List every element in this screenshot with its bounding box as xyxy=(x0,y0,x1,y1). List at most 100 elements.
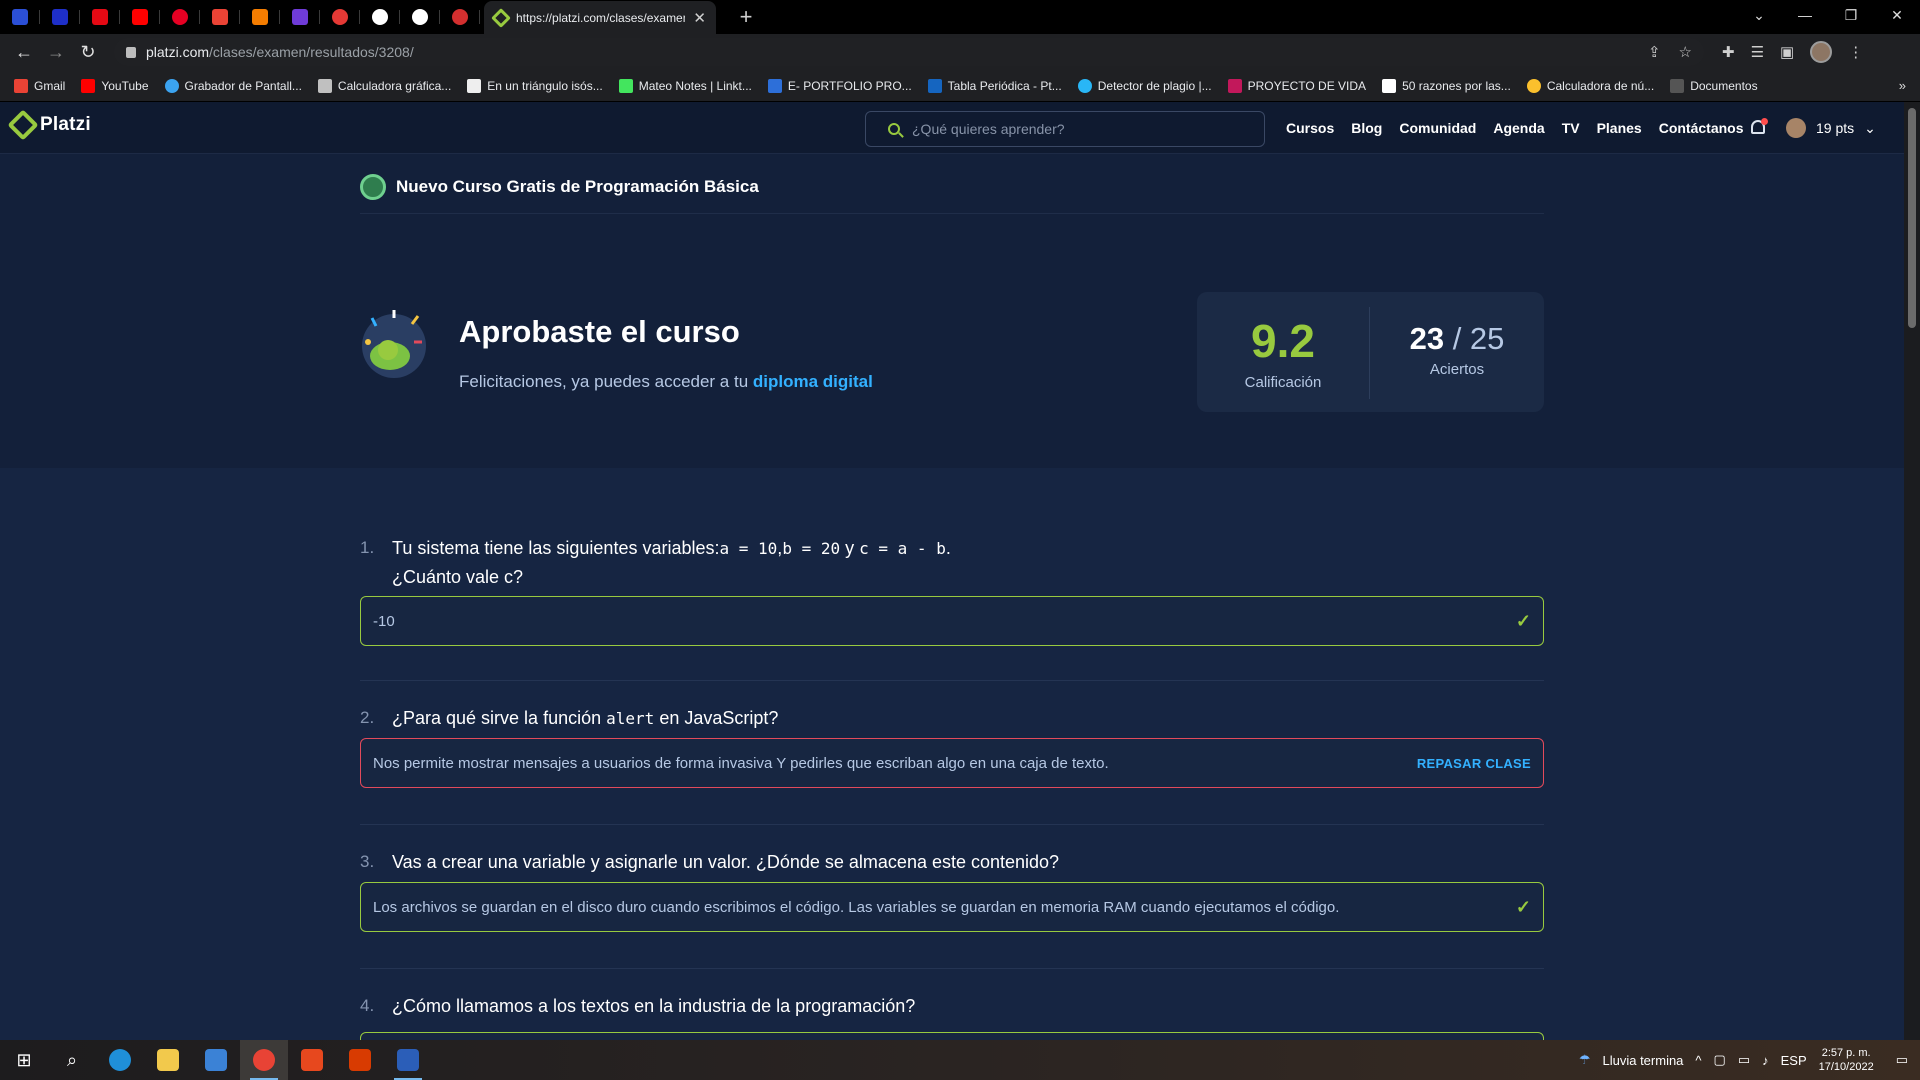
result-title: Aprobaste el curso xyxy=(459,314,740,349)
diploma-link[interactable]: diploma digital xyxy=(753,372,873,391)
bookmark-youtube[interactable]: YouTube xyxy=(81,78,149,93)
browser-menu-icon[interactable]: ⋮ xyxy=(1848,43,1863,61)
course-banner[interactable]: Nuevo Curso Gratis de Programación Básic… xyxy=(360,160,1544,214)
weather-icon: ☂ xyxy=(1578,1052,1591,1067)
answer-box: -10 ✓ xyxy=(360,596,1544,646)
nav-tv[interactable]: TV xyxy=(1562,120,1580,136)
device-icon[interactable]: ▢ xyxy=(1714,1052,1726,1068)
minimize-button[interactable]: — xyxy=(1782,7,1828,23)
clock[interactable]: 2:57 p. m. 17/10/2022 xyxy=(1819,1046,1874,1074)
nav-cursos[interactable]: Cursos xyxy=(1286,120,1334,136)
weather-text[interactable]: Lluvia termina xyxy=(1602,1053,1683,1068)
side-panel-icon[interactable]: ▣ xyxy=(1780,43,1794,61)
tab-pinterest[interactable] xyxy=(160,0,200,34)
tab-google-1[interactable] xyxy=(360,0,400,34)
repasar-clase-button[interactable]: REPASAR CLASE xyxy=(1417,756,1531,771)
share-icon[interactable]: ⇪ xyxy=(1648,43,1661,61)
results-section: 1. Tu sistema tiene las siguientes varia… xyxy=(0,468,1904,1040)
bookmark-portfolio[interactable]: E- PORTFOLIO PRO... xyxy=(767,78,912,93)
restore-button[interactable]: ❐ xyxy=(1828,7,1874,24)
back-button[interactable]: ← xyxy=(8,36,40,68)
tab-google-2[interactable] xyxy=(400,0,440,34)
notifications-bell-icon[interactable] xyxy=(1749,118,1768,138)
score-card: 9.2 Calificación 23 / 25 Aciertos xyxy=(1197,292,1544,412)
more-bookmarks-icon[interactable]: » xyxy=(1899,78,1906,93)
correct-label: Aciertos xyxy=(1429,361,1485,378)
reload-button[interactable]: ↻ xyxy=(72,36,104,68)
active-tab[interactable]: https://platzi.com/clases/examen ✕ xyxy=(484,1,716,35)
search-input[interactable] xyxy=(912,121,1212,137)
bookmark-plagio[interactable]: Detector de plagio |... xyxy=(1077,78,1212,93)
m-logo-icon xyxy=(292,9,308,25)
reading-list-icon[interactable]: ☰ xyxy=(1751,43,1764,61)
calculator-icon xyxy=(1526,78,1541,93)
bookmark-documentos[interactable]: Documentos xyxy=(1670,78,1758,93)
address-bar[interactable]: platzi.com/clases/examen/resultados/3208… xyxy=(114,38,1704,66)
bookmark-calculadora-grafica[interactable]: Calculadora gráfica... xyxy=(317,78,451,93)
bookmark-50-razones[interactable]: 50 razones por las... xyxy=(1382,78,1511,93)
tab-gmail[interactable] xyxy=(200,0,240,34)
bookmark-star-icon[interactable]: ☆ xyxy=(1679,43,1692,61)
bookmark-calculadora-numeros[interactable]: Calculadora de nú... xyxy=(1526,78,1654,93)
divider xyxy=(360,824,1544,825)
network-icon[interactable]: ▭ xyxy=(1738,1052,1750,1068)
chrome-icon[interactable] xyxy=(240,1040,288,1080)
nav-blog[interactable]: Blog xyxy=(1351,120,1382,136)
question-number: 1. xyxy=(360,538,375,557)
bookmark-grabador[interactable]: Grabador de Pantall... xyxy=(164,78,302,93)
bookmark-triangulo[interactable]: En un triángulo isós... xyxy=(467,78,603,93)
mail-icon[interactable] xyxy=(192,1040,240,1080)
bookmark-gmail[interactable]: Gmail xyxy=(14,78,65,93)
answer-text: Nos permite mostrar mensajes a usuarios … xyxy=(373,754,1109,772)
windows-start-icon[interactable]: ⊞ xyxy=(0,1040,48,1080)
word-icon[interactable] xyxy=(384,1040,432,1080)
nav-planes[interactable]: Planes xyxy=(1597,120,1642,136)
tab-search-icon[interactable]: ⌄ xyxy=(1736,7,1782,24)
tab-favicon-icon xyxy=(12,9,28,25)
bookmark-tabla-periodica[interactable]: Tabla Periódica - Pt... xyxy=(927,78,1062,93)
tab-m[interactable] xyxy=(280,0,320,34)
tab-netflix[interactable] xyxy=(80,0,120,34)
volume-icon[interactable]: ♪ xyxy=(1762,1053,1769,1068)
tab-pinned-1[interactable] xyxy=(0,0,40,34)
nav-agenda[interactable]: Agenda xyxy=(1493,120,1544,136)
tab-youtube[interactable] xyxy=(120,0,160,34)
tab-heart[interactable] xyxy=(440,0,480,34)
grade-box: 9.2 Calificación xyxy=(1197,292,1369,412)
office-2-icon[interactable] xyxy=(336,1040,384,1080)
close-window-button[interactable]: ✕ xyxy=(1874,7,1920,24)
notifications-icon[interactable]: ▭ xyxy=(1896,1052,1908,1068)
language-indicator[interactable]: ESP xyxy=(1781,1053,1807,1068)
google-icon xyxy=(372,9,388,25)
close-tab-icon[interactable]: ✕ xyxy=(693,9,706,27)
platzi-favicon-icon xyxy=(491,8,511,28)
nav-comunidad[interactable]: Comunidad xyxy=(1399,120,1476,136)
bookmark-linktree[interactable]: Mateo Notes | Linkt... xyxy=(618,78,752,93)
forward-button[interactable]: → xyxy=(40,36,72,68)
search-box[interactable] xyxy=(865,111,1265,147)
edge-icon[interactable] xyxy=(96,1040,144,1080)
course-badge-icon xyxy=(360,173,386,200)
profile-avatar[interactable] xyxy=(1810,41,1833,63)
office-icon[interactable] xyxy=(288,1040,336,1080)
scrollbar-thumb[interactable] xyxy=(1908,108,1916,328)
nav-contactanos[interactable]: Contáctanos xyxy=(1659,120,1744,136)
active-tab-title: https://platzi.com/clases/examen xyxy=(516,11,686,25)
bookmark-proyecto[interactable]: PROYECTO DE VIDA xyxy=(1227,78,1366,93)
user-menu[interactable]: 19 pts ⌄ xyxy=(1786,118,1876,138)
file-explorer-icon[interactable] xyxy=(144,1040,192,1080)
tab-blogger[interactable] xyxy=(240,0,280,34)
platzi-page: Platzi Cursos Blog Comunidad Agenda TV P… xyxy=(0,102,1904,1040)
search-icon[interactable]: ⌕ xyxy=(48,1040,96,1080)
page-scrollbar[interactable] xyxy=(1904,102,1920,1040)
platzi-logo[interactable]: Platzi xyxy=(7,109,91,141)
bookmarks-bar: Gmail YouTube Grabador de Pantall... Cal… xyxy=(0,70,1920,102)
extensions-icon[interactable]: ✚ xyxy=(1722,43,1735,61)
chevron-up-icon[interactable]: ^ xyxy=(1695,1053,1701,1068)
pinterest-icon xyxy=(172,9,188,25)
answer-box xyxy=(360,1032,1544,1040)
question-text: Tu sistema tiene las siguientes variable… xyxy=(392,538,951,587)
tab-star[interactable] xyxy=(320,0,360,34)
tab-pinned-2[interactable] xyxy=(40,0,80,34)
new-tab-button[interactable]: + xyxy=(734,4,758,30)
